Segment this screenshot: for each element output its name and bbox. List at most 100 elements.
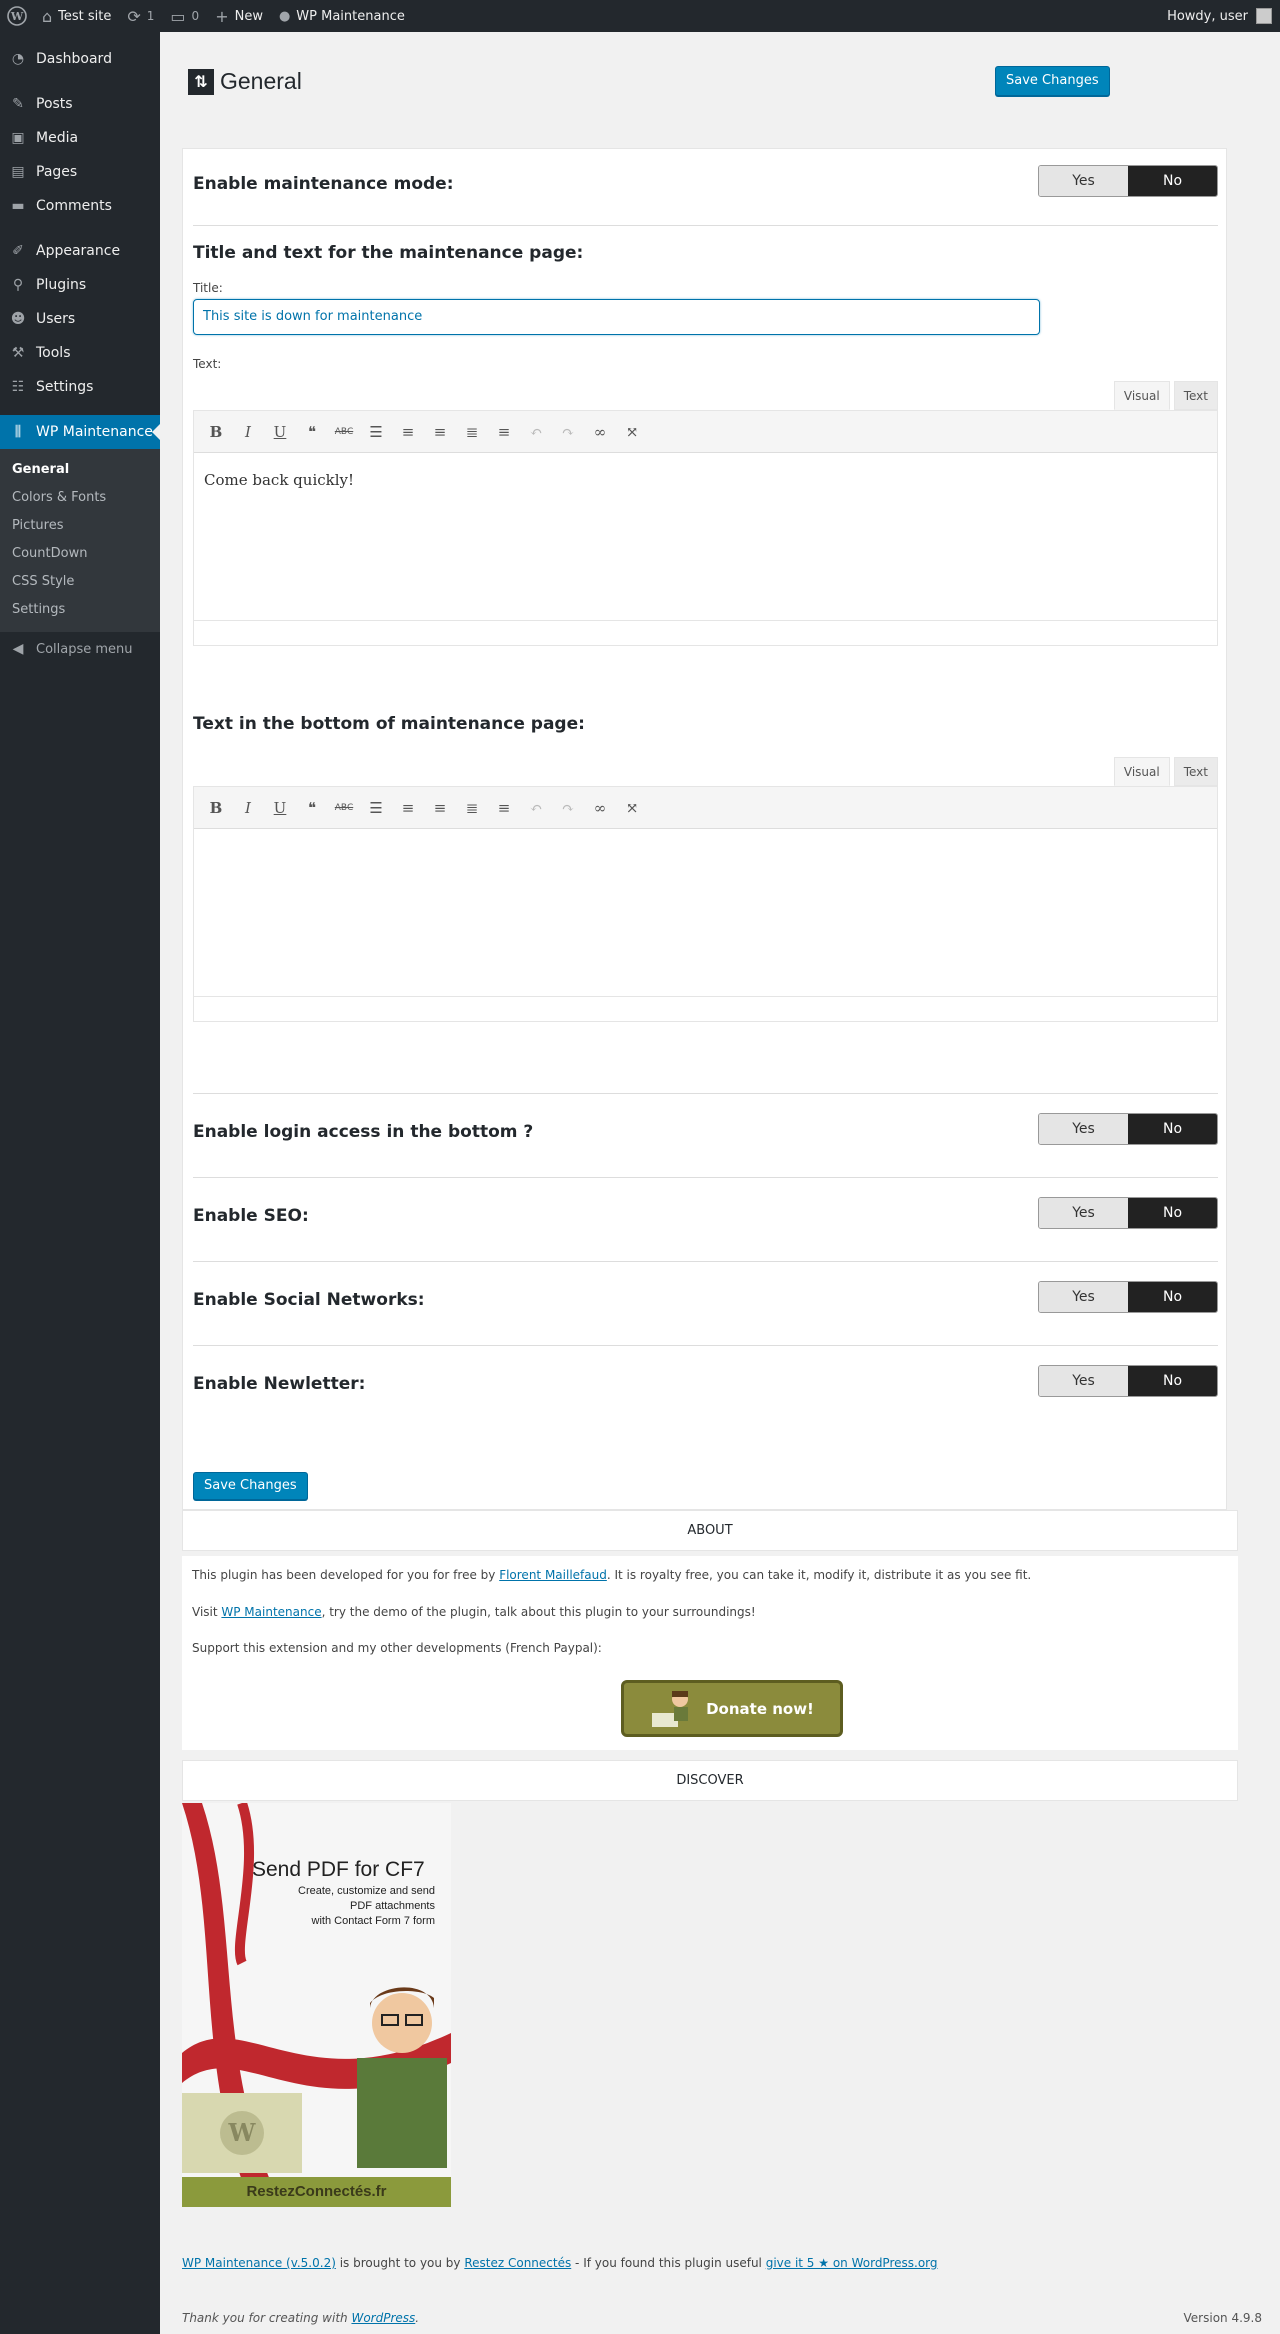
- toggle-no[interactable]: No: [1128, 1198, 1217, 1228]
- promo-subtitle: Create, customize and send PDF attachmen…: [298, 1885, 435, 1927]
- sidebar-item-comments[interactable]: ▬ Comments: [0, 189, 160, 223]
- maintenance-title-input[interactable]: This site is down for maintenance: [193, 299, 1040, 335]
- sidebar-item-wp-maintenance[interactable]: ⫼ WP Maintenance: [0, 415, 160, 449]
- blockquote-icon[interactable]: ❝: [296, 417, 328, 447]
- strikethrough-icon[interactable]: ABC: [328, 417, 360, 447]
- site-name-link[interactable]: ⌂ Test site: [34, 0, 119, 32]
- align-right-icon[interactable]: ≡: [488, 417, 520, 447]
- login-access-toggle[interactable]: Yes No: [1038, 1113, 1218, 1145]
- sliders-icon: ⇅: [188, 68, 214, 95]
- discover-header[interactable]: DISCOVER: [182, 1760, 1238, 1801]
- toggle-no[interactable]: No: [1128, 1282, 1217, 1312]
- save-changes-top-button[interactable]: Save Changes: [995, 66, 1110, 96]
- toggle-yes[interactable]: Yes: [1039, 1366, 1128, 1396]
- submenu-item-colors-fonts[interactable]: Colors & Fonts: [0, 484, 160, 512]
- updates-link[interactable]: ⟳ 1: [119, 0, 162, 32]
- submenu-item-general[interactable]: General: [0, 456, 160, 484]
- submenu-item-pictures[interactable]: Pictures: [0, 512, 160, 540]
- bullet-list-icon[interactable]: ☰: [360, 417, 392, 447]
- editor-content[interactable]: [194, 829, 1217, 865]
- user-icon: ☻: [10, 311, 26, 327]
- toggle-no[interactable]: No: [1128, 1114, 1217, 1144]
- editor-content[interactable]: Come back quickly!: [194, 453, 1217, 507]
- comments-link[interactable]: ▭ 0: [162, 0, 207, 32]
- wordpress-logo-icon[interactable]: W: [0, 0, 34, 32]
- fullscreen-icon[interactable]: ⤧: [616, 417, 648, 447]
- donate-label: Donate now!: [706, 1699, 814, 1718]
- align-left-icon[interactable]: ≡: [424, 793, 456, 823]
- strikethrough-icon[interactable]: ABC: [328, 793, 360, 823]
- rate-plugin-link[interactable]: give it 5 ★ on WordPress.org: [766, 2256, 938, 2270]
- author-link[interactable]: Florent Maillefaud: [499, 1568, 607, 1582]
- tab-text[interactable]: Text: [1173, 381, 1218, 410]
- toggle-yes[interactable]: Yes: [1039, 1114, 1128, 1144]
- divider: [193, 1261, 1218, 1262]
- undo-icon[interactable]: ↶: [520, 793, 552, 823]
- tab-visual[interactable]: Visual: [1113, 381, 1170, 410]
- plugin-version-link[interactable]: WP Maintenance (v.5.0.2): [182, 2256, 336, 2270]
- save-changes-bottom-button[interactable]: Save Changes: [193, 1472, 308, 1500]
- italic-icon[interactable]: I: [232, 417, 264, 447]
- sidebar-item-users[interactable]: ☻ Users: [0, 302, 160, 336]
- account-menu[interactable]: Howdy, user: [1159, 0, 1280, 32]
- wp-maintenance-link[interactable]: WP Maintenance: [221, 1605, 321, 1619]
- numbered-list-icon[interactable]: ≡: [392, 417, 424, 447]
- toggle-no[interactable]: No: [1128, 166, 1217, 196]
- toggle-yes[interactable]: Yes: [1039, 1282, 1128, 1312]
- sidebar-item-pages[interactable]: ▤ Pages: [0, 155, 160, 189]
- maintenance-mode-toggle[interactable]: Yes No: [1038, 165, 1218, 197]
- collapse-menu-button[interactable]: ◀ Collapse menu: [0, 632, 160, 666]
- seo-toggle[interactable]: Yes No: [1038, 1197, 1218, 1229]
- toggle-yes[interactable]: Yes: [1039, 1198, 1128, 1228]
- sidebar-item-posts[interactable]: ✎ Posts: [0, 87, 160, 121]
- tab-visual[interactable]: Visual: [1113, 757, 1170, 786]
- social-networks-toggle[interactable]: Yes No: [1038, 1281, 1218, 1313]
- bold-icon[interactable]: B: [200, 417, 232, 447]
- about-line-2: Visit WP Maintenance, try the demo of th…: [192, 1605, 756, 1619]
- link-icon[interactable]: ∞: [584, 417, 616, 447]
- about-header[interactable]: ABOUT: [182, 1510, 1238, 1551]
- sidebar-item-plugins[interactable]: ⚲ Plugins: [0, 268, 160, 302]
- donate-button[interactable]: Donate now!: [621, 1680, 843, 1737]
- new-content-link[interactable]: + New: [207, 0, 271, 32]
- wp-footer-thanks: Thank you for creating with WordPress.: [182, 2311, 420, 2325]
- underline-icon[interactable]: U: [264, 417, 296, 447]
- toggle-yes[interactable]: Yes: [1039, 166, 1128, 196]
- undo-icon[interactable]: ↶: [520, 417, 552, 447]
- restez-connectes-link[interactable]: Restez Connectés: [464, 2256, 571, 2270]
- bullet-list-icon[interactable]: ☰: [360, 793, 392, 823]
- bold-icon[interactable]: B: [200, 793, 232, 823]
- blockquote-icon[interactable]: ❝: [296, 793, 328, 823]
- sidebar-item-settings[interactable]: ☷ Settings: [0, 370, 160, 404]
- sidebar-item-tools[interactable]: ⚒ Tools: [0, 336, 160, 370]
- submenu-item-countdown[interactable]: CountDown: [0, 540, 160, 568]
- status-dot-icon: ●: [278, 8, 291, 24]
- redo-icon[interactable]: ↷: [552, 417, 584, 447]
- wordpress-link[interactable]: WordPress: [351, 2311, 415, 2325]
- wp-maintenance-submenu: General Colors & Fonts Pictures CountDow…: [0, 449, 160, 632]
- align-left-icon[interactable]: ≡: [424, 417, 456, 447]
- link-icon[interactable]: ∞: [584, 793, 616, 823]
- sidebar-item-appearance[interactable]: ✐ Appearance: [0, 234, 160, 268]
- about-body: This plugin has been developed for you f…: [182, 1556, 1238, 1750]
- fullscreen-icon[interactable]: ⤧: [616, 793, 648, 823]
- wp-maintenance-link[interactable]: ● WP Maintenance: [271, 0, 413, 32]
- toggle-no[interactable]: No: [1128, 1366, 1217, 1396]
- align-center-icon[interactable]: ≣: [456, 793, 488, 823]
- sidebar-item-label: Tools: [36, 345, 71, 361]
- sidebar-item-dashboard[interactable]: ◔ Dashboard: [0, 42, 160, 76]
- submenu-item-settings[interactable]: Settings: [0, 596, 160, 624]
- newsletter-toggle[interactable]: Yes No: [1038, 1365, 1218, 1397]
- about-line-1: This plugin has been developed for you f…: [192, 1568, 1032, 1582]
- align-center-icon[interactable]: ≣: [456, 417, 488, 447]
- tab-text[interactable]: Text: [1173, 757, 1218, 786]
- italic-icon[interactable]: I: [232, 793, 264, 823]
- sidebar-item-label: Plugins: [36, 277, 87, 293]
- sidebar-item-media[interactable]: ▣ Media: [0, 121, 160, 155]
- redo-icon[interactable]: ↷: [552, 793, 584, 823]
- numbered-list-icon[interactable]: ≡: [392, 793, 424, 823]
- underline-icon[interactable]: U: [264, 793, 296, 823]
- send-pdf-promo-banner[interactable]: W Send PDF for CF7 Create, customize and…: [182, 1803, 451, 2207]
- submenu-item-css-style[interactable]: CSS Style: [0, 568, 160, 596]
- align-right-icon[interactable]: ≡: [488, 793, 520, 823]
